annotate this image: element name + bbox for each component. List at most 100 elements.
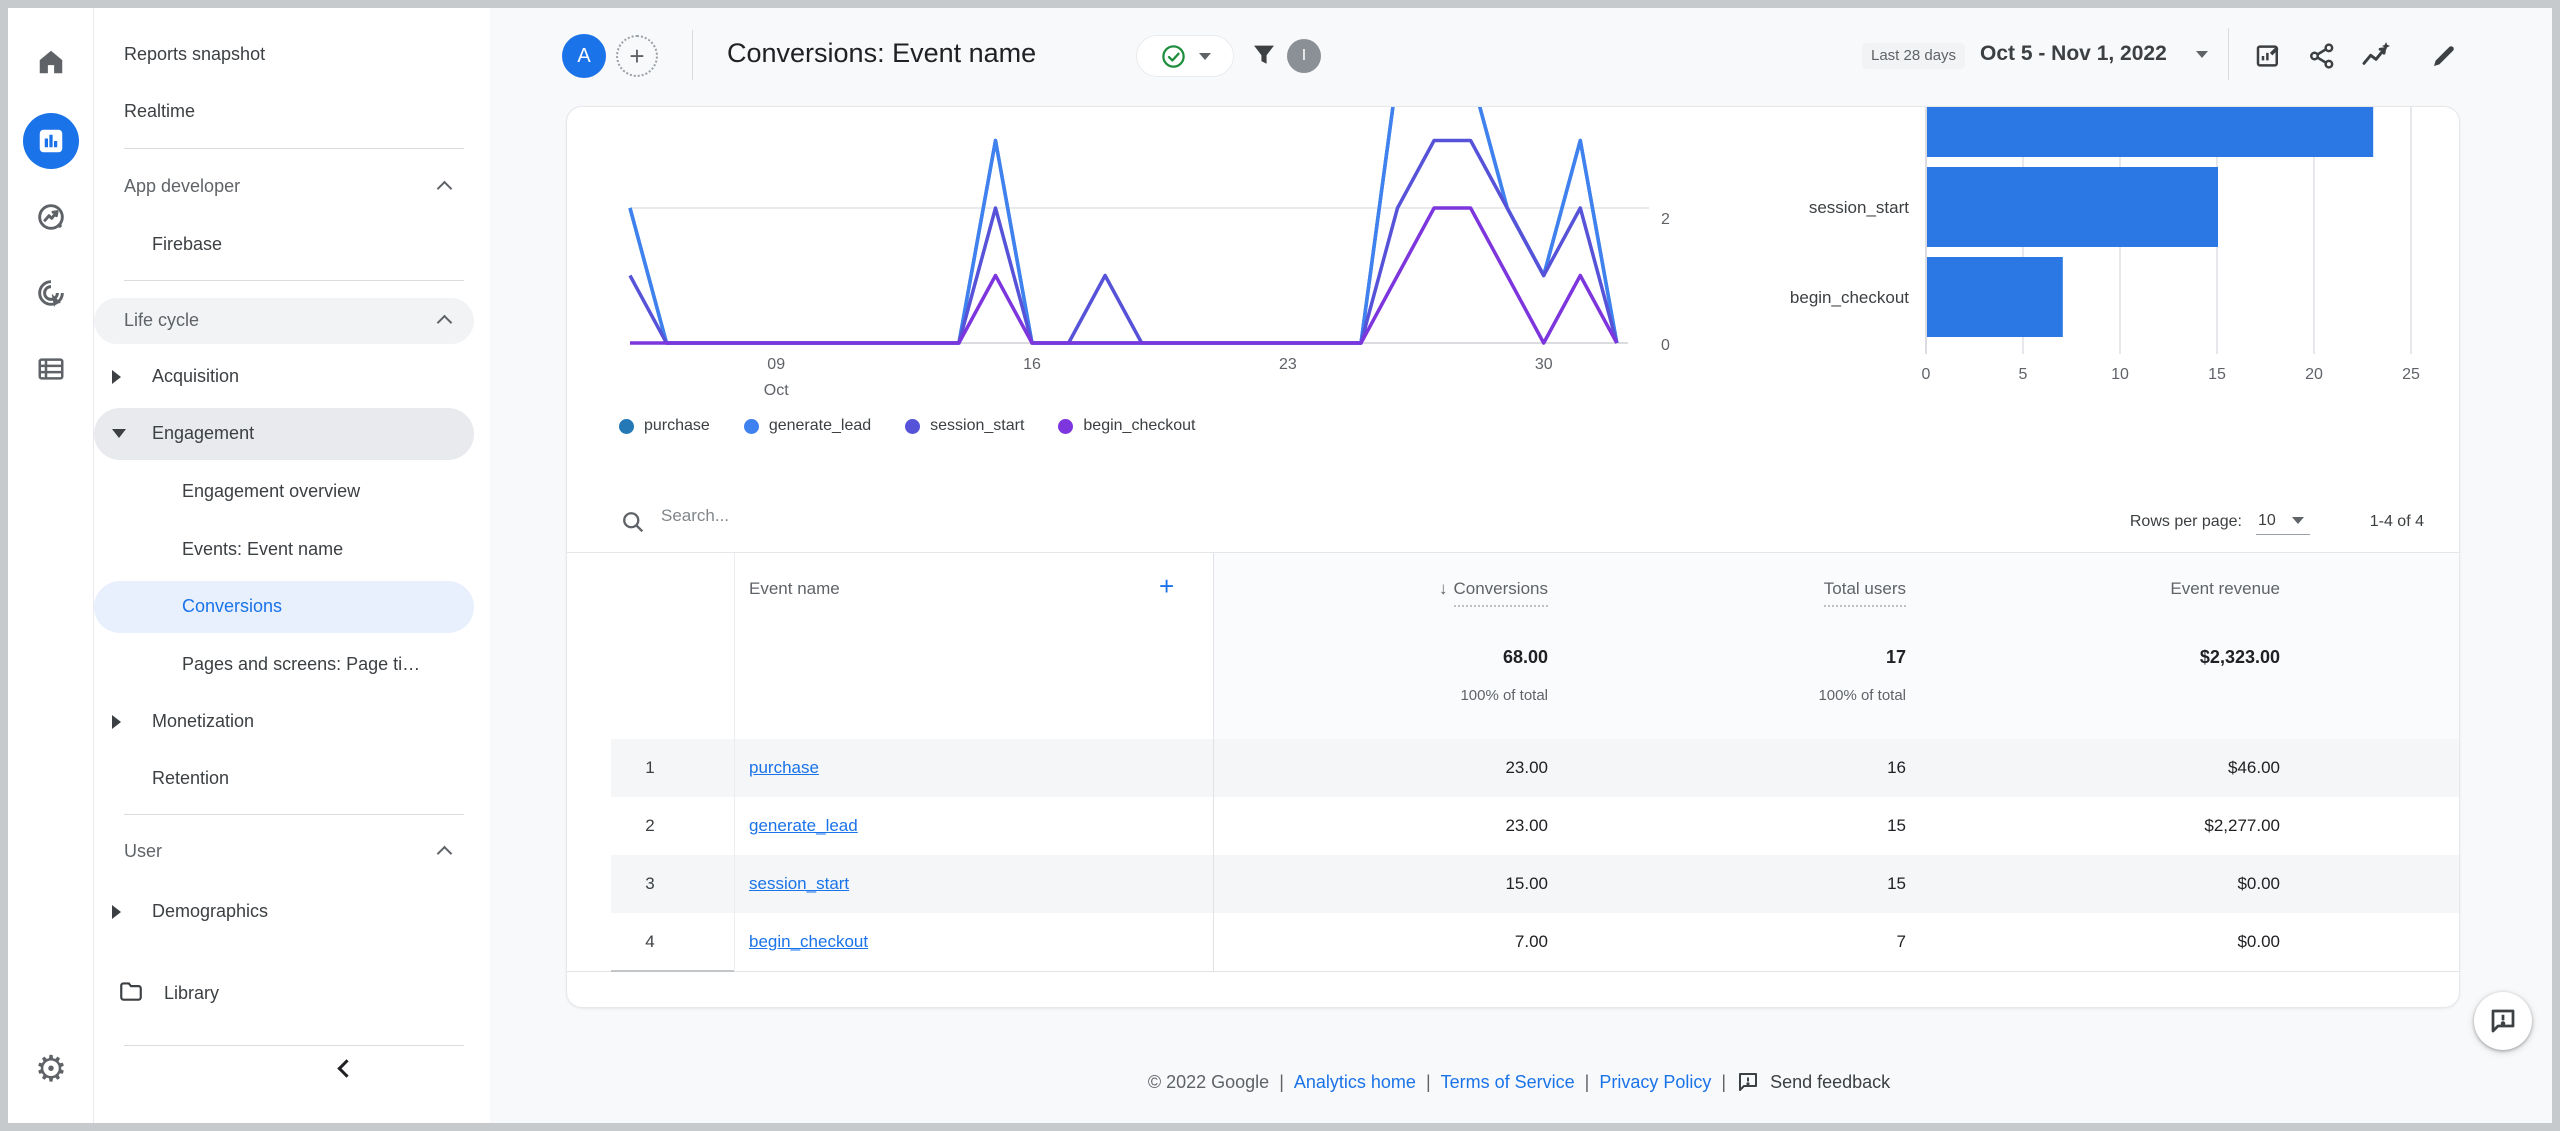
terms-of-service-link[interactable]: Terms of Service bbox=[1441, 1072, 1575, 1093]
sidebar-divider bbox=[124, 148, 464, 149]
cell-event-revenue: $0.00 bbox=[2237, 932, 2280, 951]
rows-chevron-down-icon bbox=[2291, 517, 2304, 524]
column-header-event-revenue[interactable]: Event revenue bbox=[567, 579, 2280, 599]
feedback-bubble-icon bbox=[2491, 1009, 2515, 1033]
sidebar-item-label: Firebase bbox=[152, 234, 223, 254]
explore-icon[interactable] bbox=[8, 187, 94, 247]
sidebar-item-acquisition[interactable]: Acquisition bbox=[94, 348, 480, 405]
date-chevron-down-icon[interactable] bbox=[2196, 51, 2208, 58]
collapsed-triangle-icon[interactable] bbox=[112, 369, 121, 384]
svg-text:2: 2 bbox=[1661, 211, 1670, 228]
report-status-badge[interactable] bbox=[1136, 35, 1234, 77]
gear-icon[interactable]: ⚙ bbox=[8, 1039, 94, 1099]
sidebar-item-events-event-name[interactable]: Events: Event name bbox=[94, 521, 480, 578]
edit-icon[interactable] bbox=[2426, 38, 2462, 74]
sidebar-item-label: User bbox=[124, 841, 163, 861]
sidebar-item-pages-and-screens[interactable]: Pages and screens: Page ti… bbox=[94, 636, 480, 693]
sidebar-item-realtime[interactable]: Realtime bbox=[94, 83, 480, 140]
table-toolbar: Rows per page: 10 1-4 of 4 bbox=[567, 491, 2459, 553]
add-comparison-icon[interactable]: + bbox=[616, 35, 658, 77]
svg-text:15: 15 bbox=[2208, 366, 2226, 383]
svg-text:10: 10 bbox=[2111, 366, 2129, 383]
sidebar-item-monetization[interactable]: Monetization bbox=[94, 693, 480, 750]
privacy-policy-link[interactable]: Privacy Policy bbox=[1599, 1072, 1711, 1093]
sidebar-item-life-cycle[interactable]: Life cycle bbox=[94, 292, 480, 349]
cell-event-revenue: $0.00 bbox=[2237, 874, 2280, 893]
sidebar-item-label: Realtime bbox=[124, 101, 196, 121]
sidebar-item-demographics[interactable]: Demographics bbox=[94, 883, 480, 940]
date-range-selector[interactable]: Oct 5 - Nov 1, 2022 bbox=[1980, 42, 2167, 66]
sidebar-item-engagement[interactable]: Engagement bbox=[94, 405, 480, 462]
advertising-icon[interactable] bbox=[8, 263, 94, 323]
chevron-down-icon bbox=[1198, 52, 1211, 60]
report-card: 09 Oct 16 23 30 2 0 0 5 10 15 20 25 session_start begi… bbox=[566, 106, 2460, 1008]
report-builder-icon[interactable] bbox=[2250, 38, 2286, 74]
legend-label: purchase bbox=[644, 417, 710, 434]
header-divider bbox=[692, 30, 693, 80]
sidebar-item-engagement-overview[interactable]: Engagement overview bbox=[94, 463, 480, 520]
sidebar-item-retention[interactable]: Retention bbox=[94, 750, 480, 807]
rows-per-page-value: 10 bbox=[2257, 511, 2276, 529]
home-icon[interactable] bbox=[8, 32, 94, 92]
legend-dot bbox=[1058, 418, 1074, 434]
svg-text:25: 25 bbox=[2402, 366, 2420, 383]
avatar[interactable]: A bbox=[562, 34, 606, 78]
sidebar-item-label: Reports snapshot bbox=[124, 44, 266, 64]
sidebar-item-firebase[interactable]: Firebase bbox=[94, 216, 480, 273]
svg-text:begin_checkout: begin_checkout bbox=[1790, 288, 1909, 307]
chevron-up-icon[interactable] bbox=[436, 180, 453, 197]
secondary-avatar[interactable]: I bbox=[1287, 39, 1321, 73]
legend-item-purchase: purchase bbox=[619, 417, 710, 435]
search-input[interactable] bbox=[659, 505, 1159, 527]
sidebar-item-conversions[interactable]: Conversions bbox=[94, 578, 480, 635]
sidebar-item-label: App developer bbox=[124, 176, 241, 196]
feedback-bubble-icon bbox=[1739, 1073, 1758, 1091]
sidebar-highlight bbox=[94, 407, 474, 460]
rows-per-page-select[interactable]: 10 bbox=[2255, 510, 2310, 535]
sidebar-item-label: Acquisition bbox=[152, 366, 240, 386]
sidebar-highlight bbox=[94, 580, 474, 633]
left-icon-rail: ⚙ bbox=[8, 8, 94, 1123]
search-icon bbox=[619, 508, 647, 541]
check-circle-icon bbox=[1161, 44, 1185, 68]
sidebar-item-label: Engagement overview bbox=[182, 481, 361, 501]
chevron-up-icon[interactable] bbox=[436, 845, 453, 862]
svg-text:0: 0 bbox=[1661, 337, 1670, 354]
send-feedback-link[interactable]: Send feedback bbox=[1736, 1070, 1890, 1094]
svg-text:Oct: Oct bbox=[764, 382, 789, 399]
sidebar-item-user[interactable]: User bbox=[94, 823, 480, 880]
folder-icon bbox=[118, 978, 144, 1009]
sidebar-divider bbox=[124, 1045, 464, 1046]
expanded-triangle-icon[interactable] bbox=[112, 429, 126, 438]
footer: © 2022 Google | Analytics home | Terms o… bbox=[486, 1070, 2552, 1094]
table-bottom-border bbox=[567, 971, 2459, 972]
table-header: Event name + ↓ Conversions Total users Ev… bbox=[567, 553, 2459, 739]
library-list-icon[interactable] bbox=[8, 339, 94, 399]
filter-icon[interactable] bbox=[1250, 41, 1278, 74]
share-icon[interactable] bbox=[2304, 38, 2340, 74]
sidebar-item-label: Conversions bbox=[182, 596, 283, 616]
secondary-avatar-letter: I bbox=[1301, 47, 1307, 64]
collapsed-triangle-icon[interactable] bbox=[112, 714, 121, 729]
legend-item-generate_lead: generate_lead bbox=[743, 417, 871, 435]
copyright: © 2022 Google bbox=[1147, 1071, 1270, 1092]
chart-legend: purchase generate_lead session_start begin_… bbox=[619, 417, 1196, 435]
collapsed-triangle-icon[interactable] bbox=[112, 904, 121, 919]
table-row: 3 session_start 15.00 15 $0.00 bbox=[567, 855, 2459, 913]
sidebar-item-app-developer[interactable]: App developer bbox=[94, 158, 480, 215]
feedback-fab[interactable] bbox=[2474, 992, 2532, 1050]
legend-dot bbox=[619, 418, 634, 434]
cell-event-revenue: $46.00 bbox=[2228, 758, 2280, 777]
footer-separator: | bbox=[1425, 1071, 1431, 1092]
sidebar-divider bbox=[124, 280, 464, 281]
sidebar-item-reports-snapshot[interactable]: Reports snapshot bbox=[94, 26, 480, 83]
sidebar-item-library[interactable]: Library bbox=[94, 965, 480, 1022]
reports-active-indicator bbox=[23, 113, 79, 169]
insights-icon[interactable] bbox=[2358, 38, 2394, 74]
legend-item-session_start: session_start bbox=[905, 417, 1024, 435]
footer-separator: | bbox=[1584, 1071, 1590, 1092]
charts-canvas: 09Oct16 23 30200 5 10 15 20 25session_startbegi… bbox=[628, 107, 2420, 399]
analytics-home-link[interactable]: Analytics home bbox=[1294, 1072, 1416, 1093]
reports-icon[interactable] bbox=[8, 110, 94, 172]
sidebar-divider bbox=[124, 814, 464, 815]
